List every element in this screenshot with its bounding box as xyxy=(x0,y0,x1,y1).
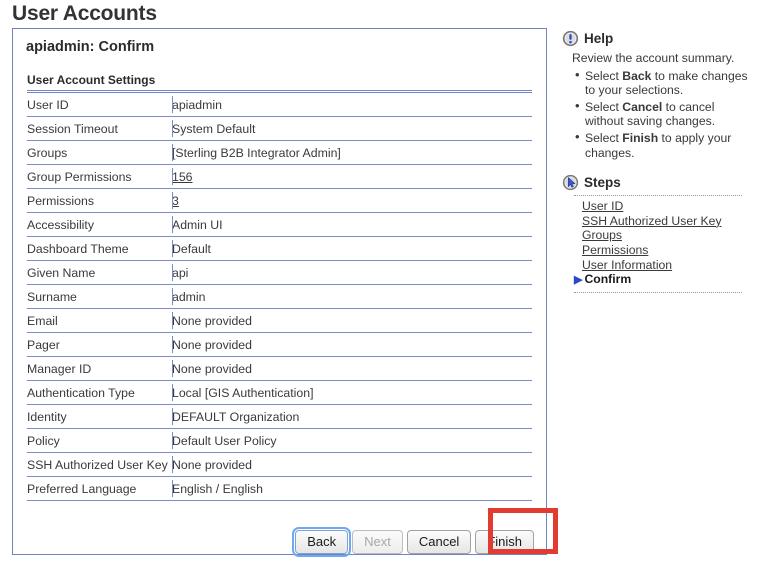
row-label: Pager xyxy=(27,332,172,357)
row-value-link[interactable]: 3 xyxy=(172,194,179,208)
panel-heading: apiadmin: Confirm xyxy=(26,39,155,55)
row-label: Given Name xyxy=(27,260,172,285)
step-item-link[interactable]: SSH Authorized User Key xyxy=(574,214,754,229)
table-row: Permissions 3 xyxy=(27,188,532,213)
step-item-link[interactable]: Permissions xyxy=(574,243,754,258)
table-row: Surname admin xyxy=(27,284,532,309)
table-row: Manager ID None provided xyxy=(27,356,532,381)
row-label: Preferred Language xyxy=(27,476,172,501)
help-list-item: Select Finish to apply your changes. xyxy=(575,130,754,160)
row-label: Permissions xyxy=(27,188,172,213)
row-value: Local [GIS Authentication] xyxy=(172,380,532,405)
row-label: Policy xyxy=(27,428,172,453)
button-row: Back Next Cancel Finish xyxy=(292,527,534,557)
row-value: apiadmin xyxy=(172,93,532,117)
step-item-link[interactable]: User ID xyxy=(574,199,754,214)
table-row: Groups [Sterling B2B Integrator Admin] xyxy=(27,140,532,165)
row-label: Group Permissions xyxy=(27,164,172,189)
table-row: Email None provided xyxy=(27,308,532,333)
help-item-pre: Select xyxy=(585,130,623,145)
table-row: Policy Default User Policy xyxy=(27,428,532,453)
table-row: Dashboard Theme Default xyxy=(27,236,532,261)
row-label: Accessibility xyxy=(27,212,172,237)
row-value: Default xyxy=(172,236,532,261)
steps-rule-top xyxy=(574,195,742,197)
help-icon xyxy=(562,30,579,47)
help-title: Help xyxy=(584,31,614,46)
page-title: User Accounts xyxy=(12,2,157,25)
table-row: Preferred Language English / English xyxy=(27,476,532,501)
finish-button[interactable]: Finish xyxy=(475,530,534,554)
row-value: api xyxy=(172,260,532,285)
row-label: Surname xyxy=(27,284,172,309)
help-list: Select Back to make changes to your sele… xyxy=(572,68,754,161)
row-value: [Sterling B2B Integrator Admin] xyxy=(172,140,532,165)
user-account-settings-section: User Account Settings User ID apiadmin Ses… xyxy=(27,73,532,501)
button-bar: Back Next Cancel Finish xyxy=(13,516,546,557)
table-row: Session Timeout System Default xyxy=(27,116,532,141)
help-item-emphasis: Cancel xyxy=(622,99,663,114)
back-button[interactable]: Back xyxy=(292,527,352,557)
steps-title: Steps xyxy=(584,175,621,191)
row-value: None provided xyxy=(172,332,532,357)
table-row: Identity DEFAULT Organization xyxy=(27,404,532,429)
row-value: Admin UI xyxy=(172,212,532,237)
row-label: User ID xyxy=(27,93,172,117)
table-row: Accessibility Admin UI xyxy=(27,212,532,237)
steps-list: User ID SSH Authorized User Key Groups Perm… xyxy=(574,199,754,288)
button-bar-rule xyxy=(13,554,546,555)
row-label: Identity xyxy=(27,404,172,429)
row-label: Authentication Type xyxy=(27,380,172,405)
row-label: SSH Authorized User Key xyxy=(27,452,172,477)
row-value: admin xyxy=(172,284,532,309)
row-label: Manager ID xyxy=(27,356,172,381)
row-value: English / English xyxy=(172,476,532,501)
row-value[interactable]: 156 xyxy=(172,164,532,189)
table-row: Group Permissions 156 xyxy=(27,164,532,189)
step-item-link[interactable]: User Information xyxy=(574,258,754,273)
steps-rule-bottom xyxy=(574,291,742,293)
user-account-panel: apiadmin: Confirm User Account Settings … xyxy=(12,28,547,557)
row-value: DEFAULT Organization xyxy=(172,404,532,429)
help-intro: Review the account summary. xyxy=(572,51,735,65)
help-item-pre: Select xyxy=(585,99,623,114)
help-list-item: Select Cancel to cancel without saving c… xyxy=(575,99,754,129)
table-row: User ID apiadmin xyxy=(27,93,532,117)
step-current-arrow-icon: ▶ xyxy=(574,274,583,287)
step-label: Confirm xyxy=(584,272,632,287)
help-item-pre: Select xyxy=(585,68,623,83)
row-value: None provided xyxy=(172,356,532,381)
row-label: Dashboard Theme xyxy=(27,236,172,261)
help-item-emphasis: Finish xyxy=(622,130,659,145)
sidebar: Help Review the account summary. Select … xyxy=(562,30,754,296)
row-value[interactable]: 3 xyxy=(172,188,532,213)
next-button[interactable]: Next xyxy=(352,530,403,554)
help-body: Review the account summary. Select Back … xyxy=(572,51,754,160)
row-label: Session Timeout xyxy=(27,116,172,141)
table-row: Pager None provided xyxy=(27,332,532,357)
row-value: Default User Policy xyxy=(172,428,532,453)
table-row: Given Name api xyxy=(27,260,532,285)
help-list-item: Select Back to make changes to your sele… xyxy=(575,68,754,98)
row-value: System Default xyxy=(172,116,532,141)
help-header: Help xyxy=(562,30,754,47)
steps-block: Steps User ID SSH Authorized User Key Grou… xyxy=(562,174,754,293)
row-value: None provided xyxy=(172,452,532,477)
steps-cursor-icon xyxy=(562,175,579,191)
settings-table: User ID apiadmin Session Timeout System Def… xyxy=(27,93,532,501)
row-label: Email xyxy=(27,308,172,333)
table-row: SSH Authorized User Key None provided xyxy=(27,452,532,477)
steps-header: Steps xyxy=(562,174,754,191)
help-item-emphasis: Back xyxy=(622,68,652,83)
section-title: User Account Settings xyxy=(27,73,532,91)
step-item-link[interactable]: Groups xyxy=(574,228,754,243)
row-value: None provided xyxy=(172,308,532,333)
table-row: Authentication Type Local [GIS Authentica… xyxy=(27,380,532,405)
row-label: Groups xyxy=(27,140,172,165)
step-item-current: ▶ Confirm xyxy=(574,272,754,288)
row-value-link[interactable]: 156 xyxy=(172,170,193,184)
cancel-button[interactable]: Cancel xyxy=(406,530,472,554)
